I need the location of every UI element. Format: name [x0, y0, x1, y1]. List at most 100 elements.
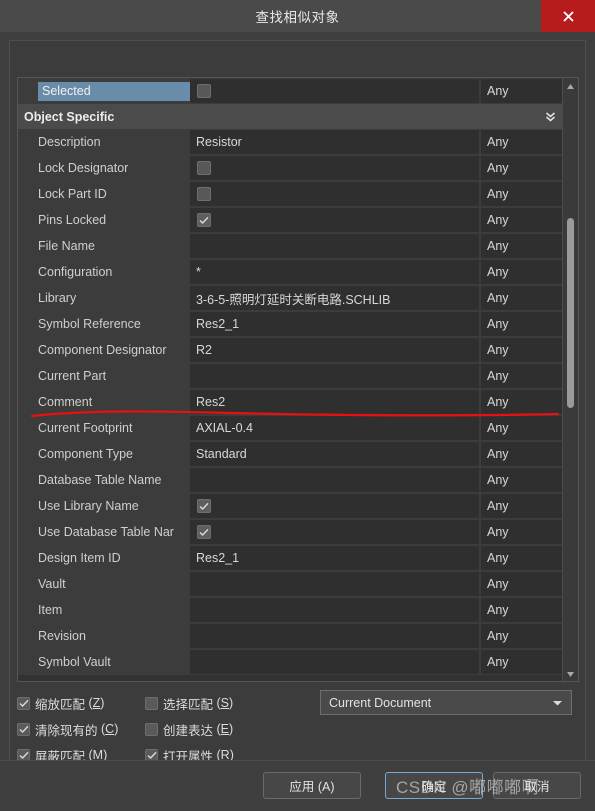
- grid-row-value[interactable]: [190, 182, 479, 206]
- apply-button[interactable]: 应用 (A): [263, 772, 361, 799]
- grid-row-value[interactable]: [190, 572, 479, 596]
- grid-row[interactable]: Symbol Vault Any: [18, 649, 563, 675]
- grid-row-any[interactable]: Any: [481, 520, 563, 544]
- grid-row[interactable]: Component Type Standard Any: [18, 441, 563, 467]
- option-select-match[interactable]: 选择匹配 (S): [145, 694, 233, 713]
- option-zoom-match[interactable]: 缩放匹配 (Z): [17, 694, 145, 713]
- grid-row-any[interactable]: Any: [481, 572, 563, 596]
- grid-row-label: Configuration: [18, 259, 190, 285]
- options-group: 缩放匹配 (Z) 选择匹配 (S) 清除现有的 (C) 创建表达 (E) 屏蔽匹…: [17, 690, 317, 768]
- option-zoom-match-checkbox[interactable]: [17, 696, 30, 710]
- grid-row-any-cell[interactable]: Any: [481, 79, 563, 103]
- grid-row-value[interactable]: AXIAL-0.4: [190, 416, 479, 440]
- grid-row-value-cell[interactable]: [190, 79, 479, 103]
- grid-row[interactable]: Lock Designator Any: [18, 155, 563, 181]
- grid-row[interactable]: Component Designator R2 Any: [18, 337, 563, 363]
- scope-dropdown-value: Current Document: [329, 695, 432, 710]
- grid-row[interactable]: Description Resistor Any: [18, 129, 563, 155]
- chevron-double-down-icon[interactable]: [537, 110, 563, 123]
- grid-row[interactable]: File Name Any: [18, 233, 563, 259]
- grid-row-checkbox[interactable]: [197, 525, 211, 539]
- grid-row[interactable]: Library 3-6-5-照明灯延时关断电路.SCHLIB Any: [18, 285, 563, 311]
- grid-row-value[interactable]: [190, 208, 479, 232]
- grid-row-value[interactable]: [190, 468, 479, 492]
- grid-row[interactable]: Symbol Reference Res2_1 Any: [18, 311, 563, 337]
- grid-row[interactable]: Vault Any: [18, 571, 563, 597]
- grid-row-value[interactable]: 3-6-5-照明灯延时关断电路.SCHLIB: [190, 286, 479, 310]
- grid-row[interactable]: Lock Part ID Any: [18, 181, 563, 207]
- grid-group-header-label: Object Specific: [24, 109, 115, 124]
- grid-row-value[interactable]: Resistor: [190, 130, 479, 154]
- grid-row[interactable]: Use Database Table Nar Any: [18, 519, 563, 545]
- grid-row-value[interactable]: [190, 520, 479, 544]
- grid-row-any[interactable]: Any: [481, 416, 563, 440]
- grid-row-checkbox[interactable]: [197, 213, 211, 227]
- option-create-expression[interactable]: 创建表达 (E): [145, 720, 233, 739]
- grid-vertical-scrollbar[interactable]: [562, 78, 578, 681]
- grid-row[interactable]: Configuration * Any: [18, 259, 563, 285]
- triangle-up-icon: [566, 78, 575, 95]
- grid-row-value[interactable]: Res2_1: [190, 312, 479, 336]
- grid-row-any[interactable]: Any: [481, 624, 563, 648]
- property-grid-rows: Selected Any Object Specific Description…: [18, 78, 563, 681]
- grid-row-selected[interactable]: Selected Any: [18, 78, 563, 104]
- scroll-up-button[interactable]: [563, 78, 578, 93]
- grid-row-any[interactable]: Any: [481, 494, 563, 518]
- scrollbar-thumb[interactable]: [567, 218, 574, 408]
- grid-row-value[interactable]: [190, 650, 479, 674]
- grid-row-any[interactable]: Any: [481, 260, 563, 284]
- option-create-expression-label: 创建表达: [163, 723, 214, 738]
- grid-row-checkbox[interactable]: [197, 499, 211, 513]
- scope-dropdown[interactable]: Current Document: [320, 690, 572, 715]
- grid-row-any[interactable]: Any: [481, 208, 563, 232]
- grid-row-any[interactable]: Any: [481, 286, 563, 310]
- option-clear-existing-checkbox[interactable]: [17, 722, 30, 736]
- grid-row-any[interactable]: Any: [481, 598, 563, 622]
- grid-row[interactable]: Item Any: [18, 597, 563, 623]
- grid-row-any[interactable]: Any: [481, 650, 563, 674]
- grid-row[interactable]: Revision Any: [18, 623, 563, 649]
- grid-row-value[interactable]: [190, 364, 479, 388]
- grid-row-checkbox[interactable]: [197, 161, 211, 175]
- grid-row-value[interactable]: Res2: [190, 390, 479, 414]
- options-row: 缩放匹配 (Z) 选择匹配 (S): [17, 690, 317, 716]
- grid-row-value[interactable]: [190, 598, 479, 622]
- grid-row[interactable]: Current Part Any: [18, 363, 563, 389]
- grid-row-value[interactable]: [190, 494, 479, 518]
- grid-row-value[interactable]: *: [190, 260, 479, 284]
- grid-group-header-object-specific[interactable]: Object Specific: [18, 104, 563, 129]
- ok-button[interactable]: 确定: [385, 772, 483, 799]
- grid-row-any[interactable]: Any: [481, 312, 563, 336]
- grid-row-any[interactable]: Any: [481, 546, 563, 570]
- cancel-button[interactable]: 取消: [493, 772, 581, 799]
- grid-row-value[interactable]: Res2_1: [190, 546, 479, 570]
- grid-row[interactable]: Current Footprint AXIAL-0.4 Any: [18, 415, 563, 441]
- grid-row-any[interactable]: Any: [481, 468, 563, 492]
- grid-row-any[interactable]: Any: [481, 130, 563, 154]
- scroll-down-button[interactable]: [563, 666, 578, 681]
- grid-row[interactable]: Pins Locked Any: [18, 207, 563, 233]
- grid-row[interactable]: Comment Res2 Any: [18, 389, 563, 415]
- grid-row-any[interactable]: Any: [481, 182, 563, 206]
- close-button[interactable]: [541, 0, 595, 32]
- grid-row-value[interactable]: Standard: [190, 442, 479, 466]
- grid-row-any[interactable]: Any: [481, 442, 563, 466]
- grid-row-label: Lock Designator: [18, 155, 190, 181]
- grid-row-any[interactable]: Any: [481, 338, 563, 362]
- grid-row-any[interactable]: Any: [481, 234, 563, 258]
- grid-row-value[interactable]: R2: [190, 338, 479, 362]
- option-select-match-checkbox[interactable]: [145, 696, 158, 710]
- grid-row[interactable]: Design Item ID Res2_1 Any: [18, 545, 563, 571]
- grid-row-any[interactable]: Any: [481, 364, 563, 388]
- selected-checkbox[interactable]: [197, 84, 211, 98]
- grid-row-value[interactable]: [190, 624, 479, 648]
- grid-row[interactable]: Use Library Name Any: [18, 493, 563, 519]
- grid-row-value[interactable]: [190, 234, 479, 258]
- option-clear-existing[interactable]: 清除现有的 (C): [17, 720, 145, 739]
- grid-row-any[interactable]: Any: [481, 390, 563, 414]
- grid-row-value[interactable]: [190, 156, 479, 180]
- grid-row-any[interactable]: Any: [481, 156, 563, 180]
- grid-row[interactable]: Database Table Name Any: [18, 467, 563, 493]
- grid-row-checkbox[interactable]: [197, 187, 211, 201]
- option-create-expression-checkbox[interactable]: [145, 722, 158, 736]
